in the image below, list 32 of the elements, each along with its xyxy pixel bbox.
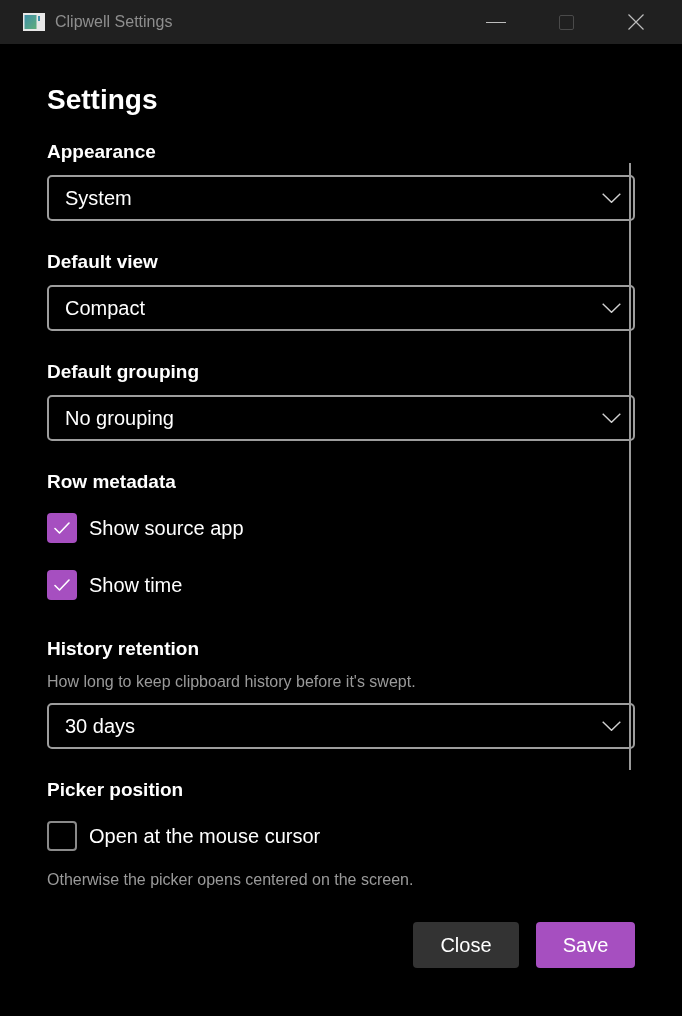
scrollbar-thumb[interactable] <box>629 163 631 770</box>
checkbox-label[interactable]: Show time <box>89 573 183 597</box>
app-icon <box>23 13 45 31</box>
minimize-icon[interactable] <box>486 21 506 23</box>
section-label: Row metadata <box>47 470 177 494</box>
primary-button[interactable]: Save <box>536 922 635 968</box>
hint-text: How long to keep clipboard history before it's swept. <box>47 672 417 692</box>
chevron-down-icon <box>602 193 621 203</box>
checkbox-label[interactable]: Show source app <box>89 516 244 540</box>
checkbox[interactable] <box>47 821 77 851</box>
section-label: Picker position <box>47 778 185 802</box>
section-label: Default view <box>47 250 159 274</box>
chevron-down-icon <box>602 721 621 731</box>
dropdown[interactable]: 30 days <box>47 703 635 749</box>
section-label: Default grouping <box>47 360 200 384</box>
checkbox[interactable] <box>47 570 77 600</box>
checkmark-icon <box>54 522 70 534</box>
section-label: History retention <box>47 637 201 661</box>
dropdown[interactable]: No grouping <box>47 395 635 441</box>
close-icon[interactable] <box>628 14 644 30</box>
page-heading: Settings <box>47 83 159 117</box>
dropdown[interactable]: System <box>47 175 635 221</box>
dropdown[interactable]: Compact <box>47 285 635 331</box>
chevron-down-icon <box>602 413 621 423</box>
checkbox[interactable] <box>47 513 77 543</box>
secondary-button[interactable]: Close <box>413 922 519 968</box>
section-label: Appearance <box>47 140 157 164</box>
hint-text: Otherwise the picker opens centered on the screen. <box>47 870 415 890</box>
checkmark-icon <box>54 579 70 591</box>
chevron-down-icon <box>602 303 621 313</box>
window-title: Clipwell Settings <box>55 12 173 32</box>
checkbox-label[interactable]: Open at the mouse cursor <box>89 824 321 848</box>
